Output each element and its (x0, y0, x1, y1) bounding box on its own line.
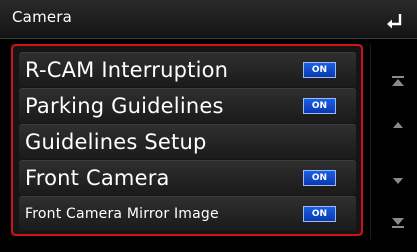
page-title: Camera (12, 8, 73, 26)
scroll-bottom-icon (392, 218, 404, 228)
rcam-interruption-toggle[interactable]: ON (303, 62, 336, 78)
setting-label: Front Camera (25, 166, 170, 190)
setting-label: R-CAM Interruption (25, 58, 229, 82)
title-bar: Camera (0, 0, 417, 39)
setting-row-guidelines-setup[interactable]: Guidelines Setup (19, 124, 356, 159)
scroll-down-icon (393, 178, 403, 184)
back-arrow-icon (387, 14, 402, 29)
setting-row-front-camera[interactable]: Front Camera ON (19, 160, 356, 195)
scrollbar-divider (370, 44, 371, 239)
scroll-top-icon (392, 76, 404, 86)
setting-label: Guidelines Setup (25, 130, 207, 154)
parking-guidelines-toggle[interactable]: ON (303, 98, 336, 114)
scroll-up-button[interactable] (384, 106, 412, 142)
front-camera-mirror-toggle[interactable]: ON (303, 206, 336, 222)
setting-row-rcam-interruption[interactable]: R-CAM Interruption ON (19, 52, 356, 87)
scroll-top-button[interactable] (384, 62, 412, 98)
setting-row-parking-guidelines[interactable]: Parking Guidelines ON (19, 88, 356, 123)
setting-label: Parking Guidelines (25, 94, 224, 118)
front-camera-toggle[interactable]: ON (303, 170, 336, 186)
scroll-bottom-button[interactable] (384, 206, 412, 242)
setting-row-front-camera-mirror[interactable]: Front Camera Mirror Image ON (19, 196, 356, 231)
back-button[interactable] (381, 8, 411, 34)
scroll-down-button[interactable] (384, 164, 412, 200)
scroll-up-icon (393, 122, 403, 128)
setting-label: Front Camera Mirror Image (25, 206, 219, 222)
